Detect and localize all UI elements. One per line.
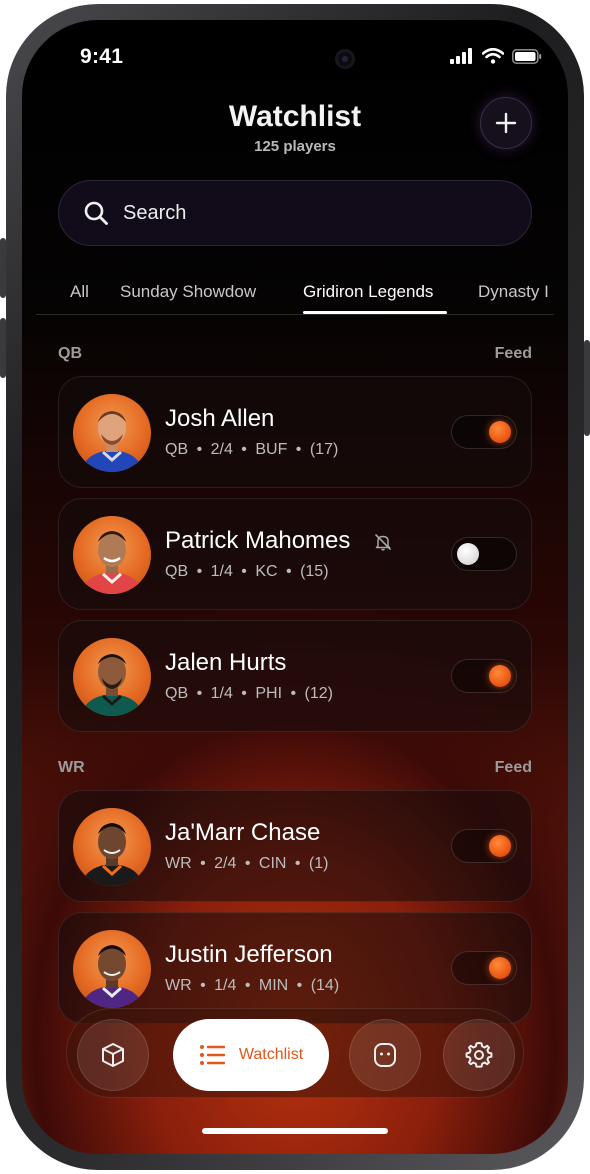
feed-toggle[interactable] — [451, 951, 517, 985]
player-meta: WR • 2/4 • CIN • (1) — [165, 855, 329, 872]
toggle-knob — [489, 421, 511, 443]
tab-dynasty[interactable]: Dynasty I — [478, 282, 549, 302]
player-avatar — [73, 808, 151, 886]
signal-icon — [450, 48, 472, 64]
player-meta: WR • 1/4 • MIN • (14) — [165, 977, 340, 994]
section-label-qb: QB — [58, 345, 82, 362]
nav-face-button[interactable] — [349, 1019, 421, 1091]
home-indicator — [202, 1128, 388, 1134]
player-avatar — [73, 394, 151, 472]
player-name: Ja'Marr Chase — [165, 819, 321, 846]
player-meta: QB • 1/4 • KC • (15) — [165, 563, 329, 580]
feed-toggle[interactable] — [451, 537, 517, 571]
status-icons — [450, 48, 542, 64]
feed-toggle[interactable] — [451, 415, 517, 449]
player-card-josh-allen[interactable]: Josh Allen QB • 2/4 • BUF • (17) — [58, 376, 532, 488]
power-button — [584, 340, 590, 436]
add-player-button[interactable] — [480, 97, 532, 149]
screen: 9:41 Watchlist 125 players Search All Su… — [22, 20, 568, 1154]
section-label-wr: WR — [58, 759, 85, 776]
front-camera — [335, 49, 355, 69]
feed-column-label-wr: Feed — [494, 759, 532, 776]
player-name: Josh Allen — [165, 405, 275, 432]
search-icon — [84, 201, 108, 225]
player-card-jalen-hurts[interactable]: Jalen Hurts QB • 1/4 • PHI • (12) — [58, 620, 532, 732]
nav-cube-button[interactable] — [77, 1019, 149, 1091]
toggle-knob — [489, 665, 511, 687]
player-meta: QB • 2/4 • BUF • (17) — [165, 441, 339, 458]
player-meta: QB • 1/4 • PHI • (12) — [165, 685, 333, 702]
tab-gridiron-legends[interactable]: Gridiron Legends — [303, 282, 433, 302]
player-card-jamarr-chase[interactable]: Ja'Marr Chase WR • 2/4 • CIN • (1) — [58, 790, 532, 902]
player-name: Justin Jefferson — [165, 941, 333, 968]
player-name: Patrick Mahomes — [165, 527, 351, 554]
player-name: Jalen Hurts — [165, 649, 287, 676]
tabs-divider — [36, 314, 554, 315]
nav-watchlist-button[interactable]: Watchlist — [173, 1019, 329, 1091]
search-placeholder: Search — [123, 201, 187, 224]
player-card-patrick-mahomes[interactable]: Patrick Mahomes QB • 1/4 • KC • (15) — [58, 498, 532, 610]
plus-icon — [495, 112, 517, 134]
feed-toggle[interactable] — [451, 659, 517, 693]
nav-settings-button[interactable] — [443, 1019, 515, 1091]
bottom-nav: Watchlist — [66, 1008, 524, 1098]
player-avatar — [73, 930, 151, 1008]
toggle-knob — [457, 543, 479, 565]
cube-icon — [102, 1043, 124, 1067]
volume-up-button — [0, 238, 6, 298]
watchlist-tabs: All Sunday Showdow Gridiron Legends Dyna… — [22, 278, 568, 316]
player-avatar — [73, 638, 151, 716]
nav-watchlist-label: Watchlist — [238, 1046, 304, 1063]
face-icon — [374, 1043, 396, 1067]
gear-icon — [465, 1042, 493, 1068]
volume-down-button — [0, 318, 6, 378]
toggle-knob — [489, 835, 511, 857]
wifi-icon — [482, 48, 504, 64]
feed-toggle[interactable] — [451, 829, 517, 863]
toggle-knob — [489, 957, 511, 979]
feed-column-label-qb: Feed — [494, 345, 532, 362]
tab-all[interactable]: All — [70, 282, 89, 302]
search-input[interactable]: Search — [58, 180, 532, 246]
tab-sunday-showdown[interactable]: Sunday Showdow — [120, 282, 256, 302]
status-time: 9:41 — [80, 45, 124, 68]
bell-off-icon — [375, 534, 391, 551]
list-icon — [199, 1045, 225, 1065]
battery-icon — [512, 48, 542, 64]
player-avatar — [73, 516, 151, 594]
active-tab-indicator — [303, 311, 447, 314]
